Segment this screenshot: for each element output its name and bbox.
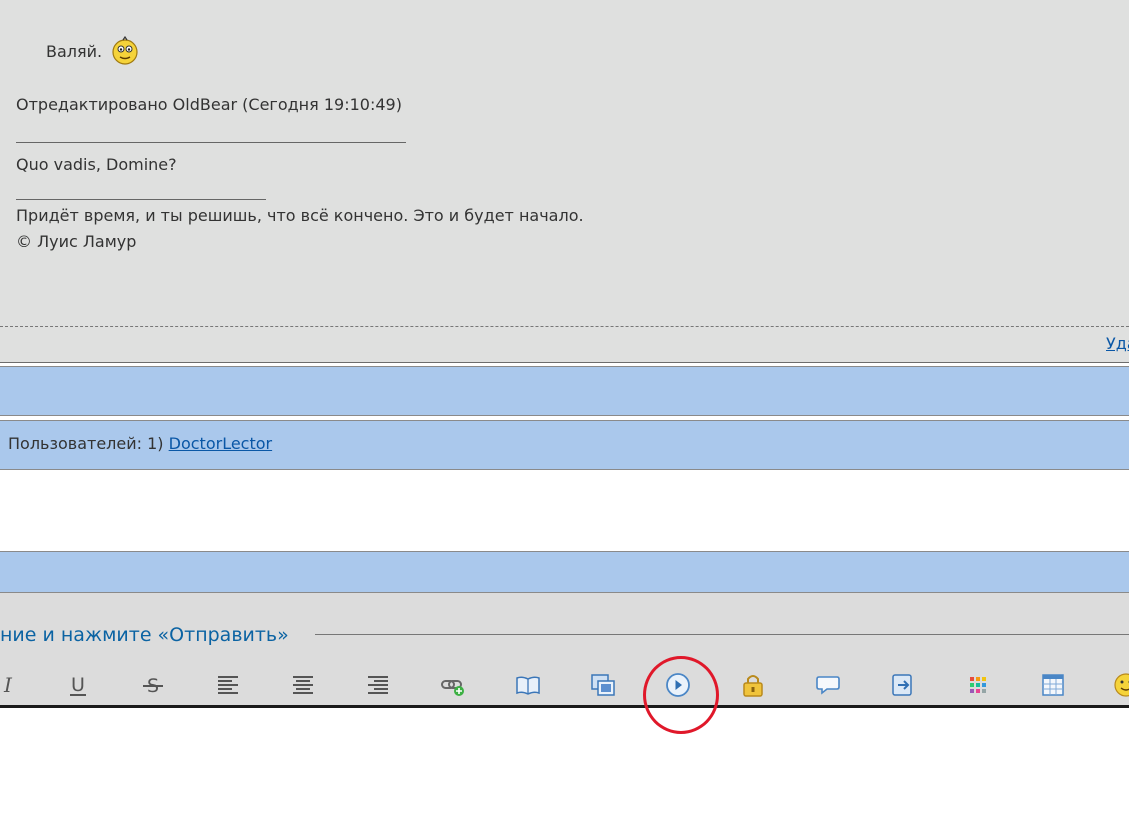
italic-button[interactable]: I xyxy=(0,672,18,698)
signature-line: Придёт время, и ты решишь, что всё конче… xyxy=(16,206,584,225)
strikethrough-icon: S xyxy=(143,675,163,697)
signature-divider xyxy=(16,199,266,200)
color-palette-button[interactable] xyxy=(965,672,991,698)
post-message: Валяй. xyxy=(46,35,140,66)
italic-icon: I xyxy=(3,673,13,697)
smiley-emoticon-icon xyxy=(110,35,140,66)
align-center-button[interactable] xyxy=(290,672,316,698)
book-button[interactable] xyxy=(515,672,541,698)
underline-button[interactable]: U xyxy=(65,672,91,698)
align-center-icon xyxy=(293,676,313,694)
user-link[interactable]: DoctorLector xyxy=(169,434,272,453)
online-users-label: Пользователей: 1) xyxy=(8,434,164,453)
link-button[interactable] xyxy=(440,672,466,698)
smiley-icon xyxy=(1114,673,1129,697)
lock-icon xyxy=(743,675,763,697)
image-button[interactable] xyxy=(590,672,616,698)
fieldset-border xyxy=(315,634,1129,635)
edited-note: Отредактировано OldBear (Сегодня 19:10:4… xyxy=(16,95,402,114)
link-icon xyxy=(441,680,464,696)
align-left-button[interactable] xyxy=(215,672,241,698)
section-bar xyxy=(0,366,1129,416)
book-icon xyxy=(516,676,540,695)
script-icon xyxy=(892,674,912,696)
smiley-button[interactable] xyxy=(1113,672,1129,698)
post-footer-divider xyxy=(0,326,1129,327)
underline-icon: U xyxy=(70,674,86,696)
editor-top-border xyxy=(0,705,1129,708)
svg-text:I: I xyxy=(3,673,13,697)
delete-post-link[interactable]: Удалить xyxy=(1106,334,1129,353)
image-icon xyxy=(591,674,615,696)
script-button[interactable] xyxy=(890,672,916,698)
post-text: Валяй. xyxy=(46,41,103,61)
divider xyxy=(0,362,1129,363)
align-left-icon xyxy=(218,676,238,694)
comment-button[interactable] xyxy=(815,672,841,698)
comment-icon xyxy=(816,676,840,695)
reply-form-panel xyxy=(0,593,1129,705)
table-icon xyxy=(1042,674,1064,696)
signature-line: Quo vadis, Domine? xyxy=(16,155,177,174)
reply-form-legend: ние и нажмите «Отправить» xyxy=(0,624,297,646)
color-palette-icon xyxy=(970,677,986,693)
svg-text:U: U xyxy=(71,674,85,696)
highlight-circle-annotation xyxy=(643,656,719,734)
reply-header-bar xyxy=(0,551,1129,593)
strikethrough-button[interactable]: S xyxy=(140,672,166,698)
post-body: Валяй. Отредактировано OldBear (Сегодня … xyxy=(0,0,1129,362)
align-right-button[interactable] xyxy=(365,672,391,698)
signature-line: © Луис Ламур xyxy=(16,232,137,251)
signature-divider xyxy=(16,142,406,143)
align-right-icon xyxy=(368,676,388,694)
lock-button[interactable] xyxy=(740,672,766,698)
table-button[interactable] xyxy=(1040,672,1066,698)
online-users: Пользователей: 1) DoctorLector xyxy=(8,434,272,453)
